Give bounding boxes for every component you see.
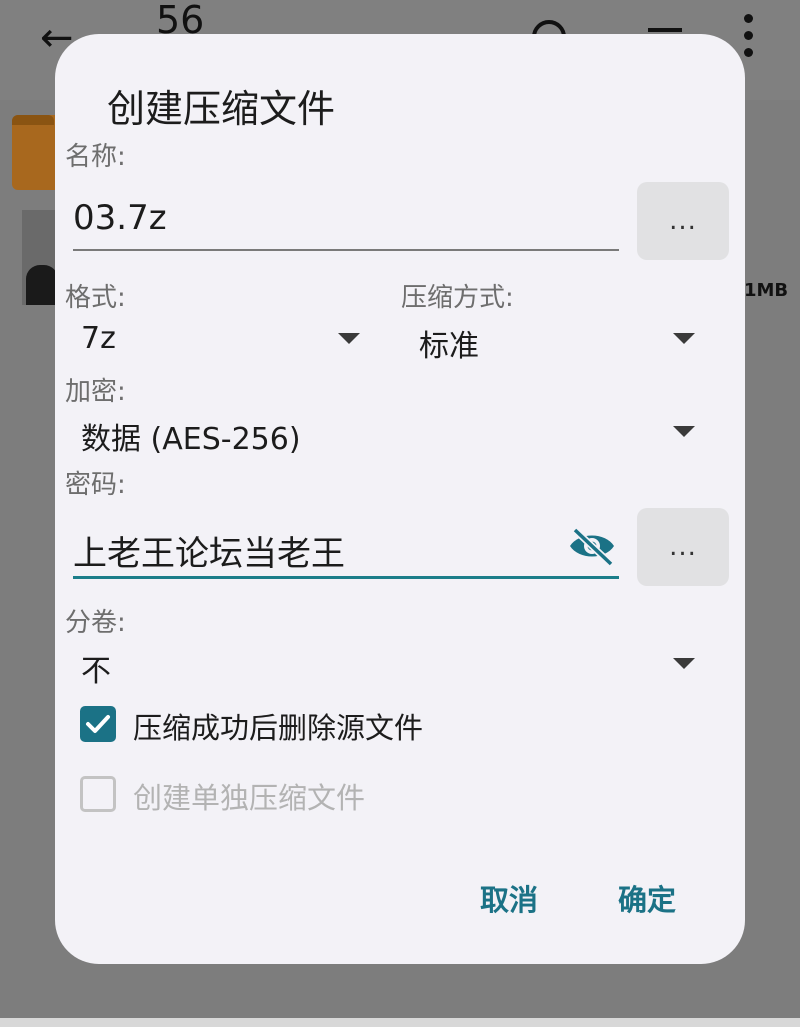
password-input[interactable]: 上老王论坛当老王 xyxy=(73,526,345,575)
encryption-select[interactable]: 数据 (AES-256) xyxy=(81,414,301,458)
method-chevron-down-icon[interactable] xyxy=(673,333,695,344)
split-volume-label: 分卷: xyxy=(65,608,126,638)
more-vert-icon[interactable] xyxy=(744,14,754,65)
delete-source-checkbox[interactable] xyxy=(80,706,116,742)
password-options-button[interactable]: ... xyxy=(637,508,729,586)
create-archive-dialog: 创建压缩文件 名称: 03.7z ... 格式: 7z 压缩方式: 标准 加密:… xyxy=(55,34,745,964)
split-volume-select[interactable]: 不 xyxy=(81,646,111,690)
list-view-icon[interactable] xyxy=(648,28,682,32)
compression-method-label: 压缩方式: xyxy=(401,283,514,313)
split-chevron-down-icon[interactable] xyxy=(673,658,695,669)
delete-source-label[interactable]: 压缩成功后删除源文件 xyxy=(133,705,423,747)
file-size-text: 1MB xyxy=(744,280,789,301)
bottom-bar xyxy=(0,1018,800,1027)
name-input-underline xyxy=(73,249,619,251)
checkmark-icon xyxy=(86,715,110,733)
name-label: 名称: xyxy=(65,142,126,172)
password-input-underline xyxy=(73,576,619,579)
ok-button[interactable]: 确定 xyxy=(618,877,676,919)
name-input[interactable]: 03.7z xyxy=(73,198,167,238)
separate-archive-label[interactable]: 创建单独压缩文件 xyxy=(133,775,365,817)
separate-archive-checkbox[interactable] xyxy=(80,776,116,812)
encryption-label: 加密: xyxy=(65,377,126,407)
format-chevron-down-icon[interactable] xyxy=(338,333,360,344)
password-label: 密码: xyxy=(65,470,126,500)
encryption-chevron-down-icon[interactable] xyxy=(673,426,695,437)
eye-off-icon[interactable] xyxy=(567,526,617,566)
cancel-button[interactable]: 取消 xyxy=(480,877,538,919)
format-select[interactable]: 7z xyxy=(81,321,116,356)
dialog-title: 创建压缩文件 xyxy=(107,87,336,131)
browse-name-button[interactable]: ... xyxy=(637,182,729,260)
format-label: 格式: xyxy=(65,283,126,313)
compression-method-select[interactable]: 标准 xyxy=(419,321,479,365)
